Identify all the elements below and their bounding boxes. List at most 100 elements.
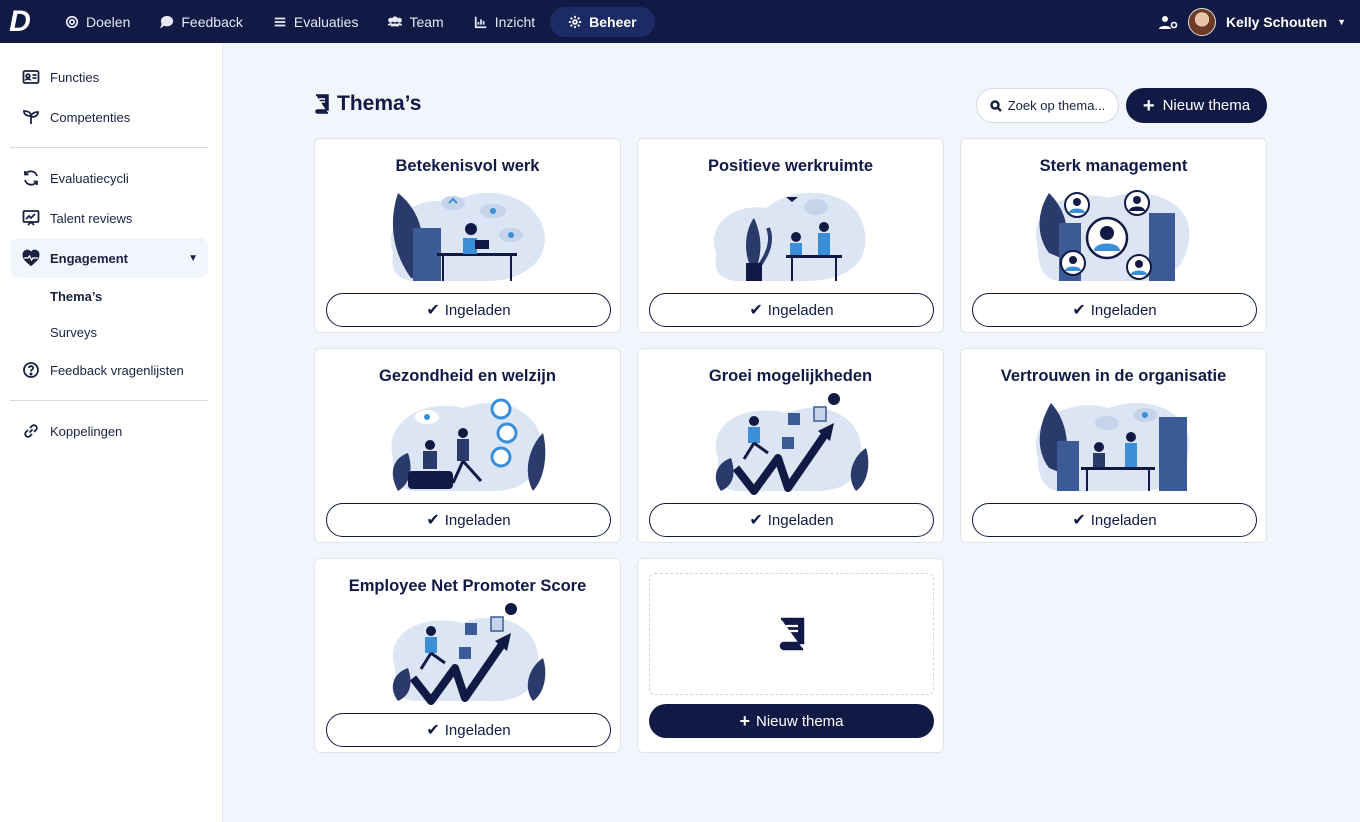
user-settings-icon[interactable] [1158,14,1178,30]
illustration-management [1035,190,1190,282]
nav-label: Team [409,13,444,30]
chart-icon [474,16,486,28]
sidebar-subitem-themas[interactable]: Thema’s [0,278,222,314]
plus-icon: + [739,710,750,731]
sidebar-subitem-surveys[interactable]: Surveys [0,314,222,350]
illustration-trust [1035,402,1190,492]
question-circle-icon [23,362,39,378]
load-label: Ingeladen [767,301,834,319]
sidebar-item-functies[interactable]: Functies [10,57,208,97]
user-area: Kelly Schouten ▼ [1158,0,1346,43]
illustration-health [391,398,546,492]
nav-team[interactable]: Team [373,7,458,37]
load-theme-button[interactable]: ✔ Ingeladen [326,293,611,327]
link-icon [24,424,38,438]
page-title-text: Thema’s [337,92,422,115]
nav-feedback[interactable]: Feedback [145,7,257,37]
load-theme-button[interactable]: ✔ Ingeladen [649,293,934,327]
sidebar-item-label: Feedback vragenlijsten [50,362,184,378]
new-theme-card-button[interactable]: + Nieuw thema [649,704,934,738]
theme-card-betekenisvol-werk: Betekenisvol werk ✔ Ingeladen [314,138,621,333]
avatar[interactable] [1187,7,1216,36]
sidebar-item-koppelingen[interactable]: Koppelingen [10,411,208,451]
theme-card-sterk-management: Sterk management ✔ Ingeladen [960,138,1267,333]
load-theme-button[interactable]: ✔ Ingeladen [326,503,611,537]
new-theme-card-label: Nieuw thema [755,712,844,730]
check-icon: ✔ [426,302,440,319]
load-theme-button[interactable]: ✔ Ingeladen [326,713,611,747]
sidebar-divider [10,147,208,148]
nav-beheer[interactable]: Beheer [550,6,655,37]
sidebar-item-engagement[interactable]: Engagement ▼ [10,238,208,278]
illustration-meeting [714,192,866,281]
load-label: Ingeladen [444,511,511,529]
illustration-growth [392,603,546,705]
load-theme-button[interactable]: ✔ Ingeladen [649,503,934,537]
nav-doelen[interactable]: Doelen [50,7,145,37]
nav-evaluaties[interactable]: Evaluaties [258,7,374,37]
presentation-icon [22,210,40,226]
chevron-down-icon[interactable]: ▼ [188,253,198,264]
load-theme-button[interactable]: ✔ Ingeladen [972,503,1257,537]
load-theme-button[interactable]: ✔ Ingeladen [972,293,1257,327]
target-icon [65,15,79,28]
new-theme-card: + Nieuw thema [637,558,944,753]
sidebar-item-feedback-vragenlijsten[interactable]: Feedback vragenlijsten [10,350,208,390]
app-logo[interactable]: D [0,0,40,43]
nav-label: Feedback [181,13,243,30]
check-icon: ✔ [1072,302,1086,319]
card-title: Employee Net Promoter Score [348,577,587,595]
check-icon: ✔ [426,512,440,529]
nav-label: Evaluaties [293,13,359,30]
book-icon [779,617,804,651]
search-themes-button[interactable]: Zoek op thema... [976,88,1119,123]
sidebar-item-label: Engagement [50,250,129,266]
check-icon: ✔ [749,512,763,529]
theme-card-groei-mogelijkheden: Groei mogelijkheden ✔ Ingeladen [637,348,944,543]
list-icon [274,17,286,26]
card-title: Gezondheid en welzijn [379,367,556,385]
nav-label: Doelen [86,13,131,30]
illustration-growth [715,393,869,495]
plus-icon: + [1142,94,1155,117]
sidebar-item-competenties[interactable]: Competenties [10,97,208,137]
sidebar-item-talent-reviews[interactable]: Talent reviews [10,198,208,238]
theme-card-positieve-werkruimte: Positieve werkruimte ✔ Ingeladen [637,138,944,333]
new-theme-button[interactable]: + Nieuw thema [1126,88,1267,123]
sidebar-item-label: Competenties [50,109,131,125]
load-label: Ingeladen [1090,511,1157,529]
load-label: Ingeladen [1090,301,1157,319]
refresh-icon [24,170,38,186]
gear-icon [569,15,582,28]
card-title: Betekenisvol werk [395,157,540,175]
chevron-down-icon[interactable]: ▼ [1337,17,1346,27]
search-label: Zoek op thema... [1007,98,1106,113]
new-theme-placeholder[interactable] [649,573,934,695]
sidebar-item-evaluatiecycli[interactable]: Evaluatiecycli [10,158,208,198]
chat-icon [160,15,174,29]
illustration-desk-worker [391,192,545,282]
check-icon: ✔ [1072,512,1086,529]
theme-card-vertrouwen-in-de-organisatie: Vertrouwen in de organisatie ✔ Ingeladen [960,348,1267,543]
sidebar-item-label: Evaluatiecycli [50,170,129,186]
sidebar-item-label: Functies [50,69,100,85]
user-name[interactable]: Kelly Schouten [1226,14,1327,30]
check-icon: ✔ [749,302,763,319]
sidebar: Functies Competenties Evaluatiecycli Tal… [0,43,223,822]
sidebar-item-label: Koppelingen [50,423,123,439]
card-title: Vertrouwen in de organisatie [1000,367,1227,385]
nav-label: Inzicht [494,13,536,30]
theme-card-employee-net-promoter-score: Employee Net Promoter Score ✔ Ingeladen [314,558,621,753]
check-icon: ✔ [426,722,440,739]
main-nav: Doelen Feedback Evaluaties Team Inzicht … [50,0,655,43]
nav-label: Beheer [589,13,637,30]
page-title: Thema’s [313,92,421,116]
card-title: Positieve werkruimte [707,157,874,175]
seedling-icon [23,110,39,124]
id-card-icon [22,70,40,84]
card-title: Groei mogelijkheden [708,367,873,385]
top-navbar: D Doelen Feedback Evaluaties Team Inzich… [0,0,1360,43]
users-icon [388,15,403,27]
load-label: Ingeladen [444,301,511,319]
nav-inzicht[interactable]: Inzicht [459,7,550,37]
